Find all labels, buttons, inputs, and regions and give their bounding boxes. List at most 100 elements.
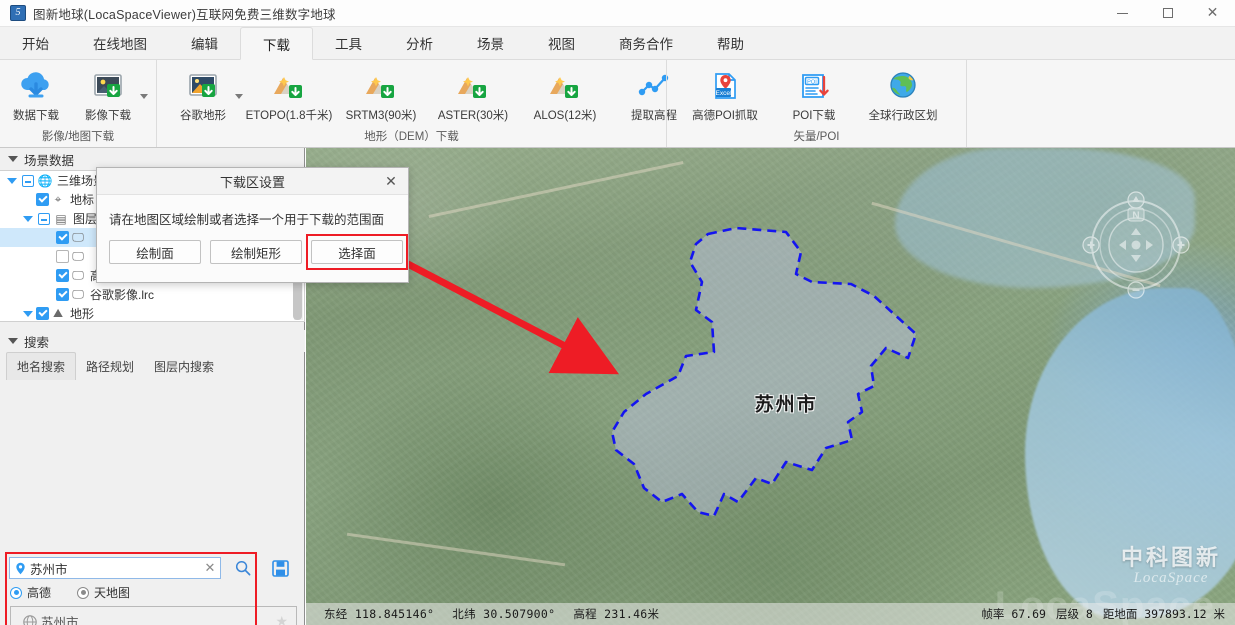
radio-amap[interactable]: 高德	[10, 584, 51, 601]
maximize-button[interactable]	[1145, 0, 1190, 27]
scene-data-title: 场景数据	[24, 153, 75, 168]
google-terrain-dropdown-chevron-down-icon[interactable]	[235, 94, 243, 99]
map-pin-icon	[10, 562, 30, 575]
ribbon-group-imagery-label: 影像/地图下载	[41, 131, 115, 143]
globe-icon	[19, 614, 41, 625]
map-viewport[interactable]: 苏州市 N 中科图新 LocaSpace 东经 118.845146° 北纬 3…	[306, 148, 1235, 625]
layers-icon: ▤	[55, 211, 67, 226]
menu-tab-business[interactable]: 商务合作	[597, 26, 695, 59]
globe-icon	[886, 68, 920, 104]
tree-item-label: 图层	[73, 212, 98, 226]
search-section-header[interactable]: 搜索	[0, 330, 305, 352]
tree-item-google-image[interactable]: 🖵 谷歌影像.lrc	[0, 285, 304, 304]
map-status-bar: 东经 118.845146° 北纬 30.507900° 高程 231.46米 …	[306, 603, 1235, 625]
search-tab-bar: 地名搜索 路径规划 图层内搜索	[6, 352, 224, 380]
search-button[interactable]	[232, 558, 254, 578]
radio-tianditu[interactable]: 天地图	[77, 584, 130, 601]
etopo-label: ETOPO(1.8千米)	[245, 110, 333, 122]
search-results-list[interactable]: 苏州市 ★	[10, 606, 297, 625]
search-provider-radios: 高德 天地图	[10, 584, 130, 601]
data-download-button[interactable]: 数据下载	[0, 64, 72, 123]
menu-tab-start[interactable]: 开始	[0, 26, 71, 59]
tree-item-label: 地形	[70, 307, 95, 321]
menu-tab-scene[interactable]: 场景	[455, 26, 526, 59]
tree-checkbox[interactable]	[36, 307, 49, 320]
menu-tab-analysis[interactable]: 分析	[384, 26, 455, 59]
region-label: 苏州市	[754, 394, 818, 416]
aster-label: ASTER(30米)	[437, 110, 509, 122]
tree-expander-icon[interactable]	[20, 174, 36, 187]
tree-item-label: 地标	[70, 193, 95, 207]
aster-button[interactable]: ASTER(30米)	[427, 64, 519, 123]
clear-search-close-icon[interactable]: ✕	[200, 560, 220, 576]
tree-checkbox[interactable]	[56, 250, 69, 263]
image-download-dropdown-chevron-down-icon[interactable]	[140, 94, 148, 99]
elevation-readout: 高程 231.46米	[573, 607, 660, 621]
tree-arrow-icon[interactable]	[20, 215, 36, 222]
tree-arrow-icon[interactable]	[4, 177, 20, 184]
tree-checkbox[interactable]	[56, 231, 69, 244]
tree-item-terrain[interactable]: ⛰ 地形	[0, 304, 304, 321]
google-terrain-button[interactable]: 谷歌地形	[167, 64, 239, 123]
select-polygon-button[interactable]: 选择面	[311, 240, 403, 264]
image-download-label: 影像下载	[85, 110, 131, 122]
save-search-button[interactable]	[270, 558, 290, 578]
tree-checkbox[interactable]	[56, 288, 69, 301]
amap-poi-grab-button[interactable]: Excel 高德POI抓取	[679, 64, 771, 123]
monitor-icon: 🖵	[72, 249, 84, 263]
pin-icon: ⌖	[54, 192, 62, 206]
svg-text:N: N	[1132, 211, 1139, 222]
alos-button[interactable]: ALOS(12米)	[519, 64, 611, 123]
tab-layer-search[interactable]: 图层内搜索	[144, 353, 224, 380]
zoom-level-readout: 层级 8	[1055, 607, 1093, 621]
search-input[interactable]	[30, 561, 200, 575]
ribbon-group-dem-label: 地形（DEM）下载	[364, 131, 459, 143]
ribbon-filler	[966, 60, 1235, 147]
etopo-button[interactable]: ETOPO(1.8千米)	[243, 64, 335, 123]
tree-arrow-icon[interactable]	[20, 310, 36, 317]
monitor-icon: 🖵	[72, 287, 84, 301]
draw-rectangle-button[interactable]: 绘制矩形	[210, 240, 302, 264]
dialog-message: 请在地图区域绘制或者选择一个用于下载的范围面	[109, 213, 385, 227]
excel-poi-icon: Excel	[707, 68, 743, 104]
menu-tab-view[interactable]: 视图	[526, 26, 597, 59]
terrain-icon: ⛰	[52, 306, 64, 320]
tab-route-planning[interactable]: 路径规划	[76, 353, 144, 380]
google-terrain-label: 谷歌地形	[180, 110, 226, 122]
search-input-wrapper[interactable]: ✕	[9, 557, 221, 579]
chevron-down-icon	[8, 338, 18, 344]
close-button[interactable]: ✕	[1190, 0, 1235, 27]
close-icon: ✕	[1206, 5, 1219, 21]
radio-amap-label: 高德	[27, 586, 52, 600]
favorite-star-icon[interactable]: ★	[275, 613, 288, 625]
download-area-settings-dialog[interactable]: 下载区设置 ✕ 请在地图区域绘制或者选择一个用于下载的范围面 绘制面 绘制矩形 …	[96, 167, 409, 283]
window-controls: ✕	[1100, 0, 1235, 27]
menu-tab-tools[interactable]: 工具	[313, 26, 384, 59]
tab-place-search[interactable]: 地名搜索	[6, 352, 77, 380]
cloud-download-icon	[17, 68, 55, 104]
poi-download-button[interactable]: POI POI下载	[771, 64, 857, 123]
ribbon-toolbar: 数据下载 影像下载 影像/地图下载 谷歌地形 ETOPO(1.8千米) SRTM…	[0, 60, 1235, 148]
draw-polygon-button[interactable]: 绘制面	[109, 240, 201, 264]
tree-expander-icon[interactable]	[36, 212, 52, 225]
framerate-readout: 帧率 67.69	[981, 607, 1046, 621]
navigation-compass[interactable]: N	[1077, 186, 1195, 304]
minimize-button[interactable]	[1100, 0, 1145, 27]
global-admin-divisions-button[interactable]: 全球行政区划	[857, 64, 949, 123]
svg-text:POI: POI	[807, 79, 817, 85]
terrain-download-icon	[362, 68, 400, 104]
list-item[interactable]: 苏州市 ★	[11, 607, 296, 625]
srtm3-button[interactable]: SRTM3(90米)	[335, 64, 427, 123]
menu-tab-download[interactable]: 下载	[240, 27, 313, 60]
menu-tab-help[interactable]: 帮助	[695, 26, 766, 59]
poi-download-label: POI下载	[792, 110, 836, 122]
coordinate-readout: 东经 118.845146° 北纬 30.507900° 高程 231.46米	[324, 606, 659, 622]
image-download-button[interactable]: 影像下载	[72, 64, 144, 123]
tree-checkbox[interactable]	[36, 193, 49, 206]
menu-tab-online-map[interactable]: 在线地图	[71, 26, 169, 59]
tree-checkbox[interactable]	[56, 269, 69, 282]
menu-tab-edit[interactable]: 编辑	[169, 26, 240, 59]
dialog-close-icon[interactable]: ✕	[382, 172, 400, 190]
selected-region-polygon[interactable]: 苏州市	[586, 226, 931, 566]
global-admin-divisions-label: 全球行政区划	[868, 110, 938, 122]
